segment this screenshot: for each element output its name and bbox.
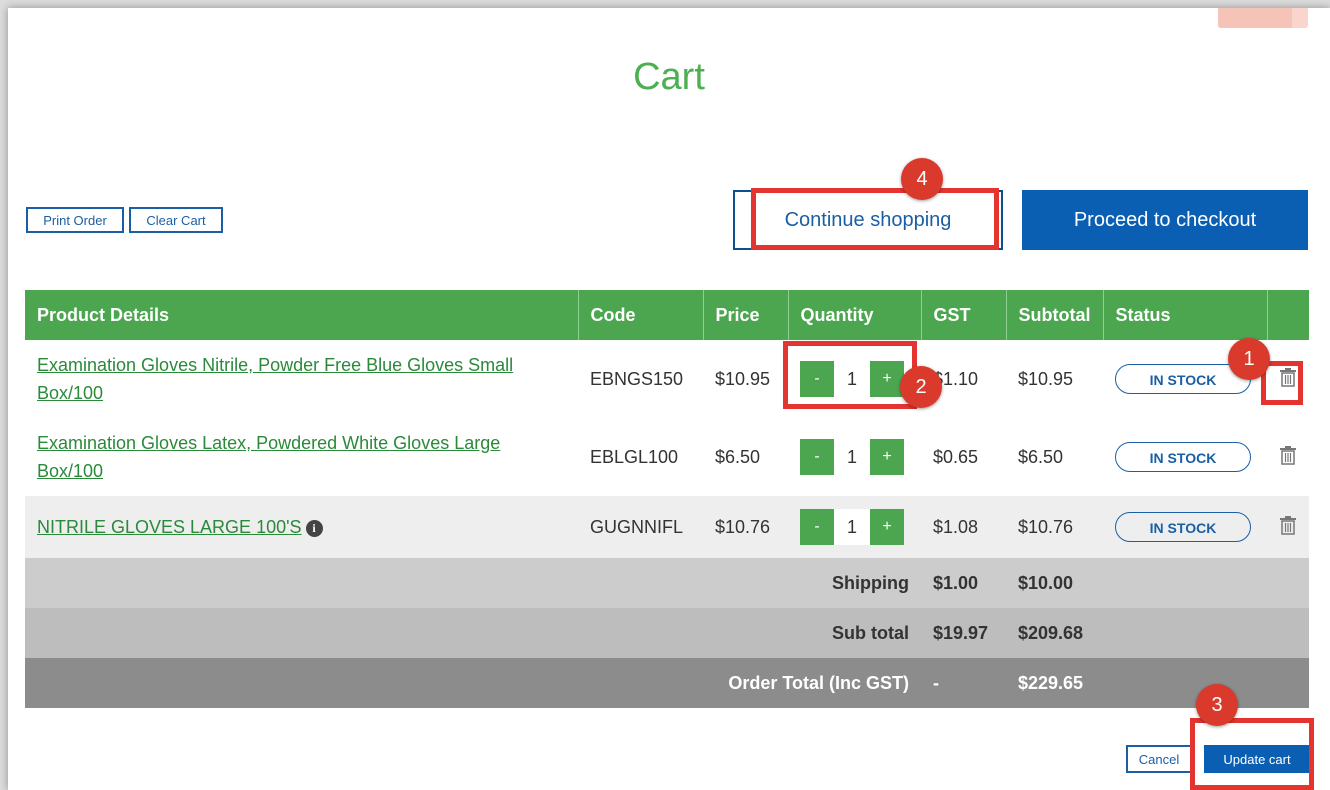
- clear-cart-button[interactable]: Clear Cart: [129, 207, 223, 233]
- header-gst: GST: [921, 290, 1007, 340]
- callout-badge-4: 4: [901, 158, 943, 200]
- product-subtotal: $10.76: [1006, 496, 1103, 558]
- summary-subtotal: $10.00: [1006, 558, 1103, 608]
- header-quantity: Quantity: [788, 290, 922, 340]
- product-link[interactable]: NITRILE GLOVES LARGE 100'S: [37, 517, 302, 537]
- product-price: $10.95: [715, 368, 771, 389]
- qty-input[interactable]: [834, 509, 870, 545]
- header-subtotal: Subtotal: [1006, 290, 1104, 340]
- page-title: Cart: [633, 56, 705, 98]
- product-subtotal: $10.95: [1018, 368, 1074, 389]
- product-gst: $1.08: [921, 496, 1006, 558]
- summary-subtotal: $229.65: [1006, 658, 1103, 708]
- product-gst: $0.65: [933, 446, 979, 467]
- qty-decrease-button[interactable]: -: [800, 509, 834, 545]
- product-link[interactable]: Examination Gloves Latex, Powdered White…: [37, 433, 500, 481]
- product-code: EBLGL100: [590, 446, 679, 467]
- print-order-button[interactable]: Print Order: [26, 207, 124, 233]
- product-price: $10.76: [703, 496, 788, 558]
- qty-input[interactable]: [834, 439, 870, 475]
- top-tab[interactable]: [1218, 8, 1308, 28]
- table-row: Examination Gloves Latex, Powdered White…: [25, 418, 1309, 496]
- product-code: GUGNNIFL: [578, 496, 703, 558]
- qty-decrease-button[interactable]: -: [800, 439, 834, 475]
- cart-page: Cart Print Order Clear Cart Continue sho…: [8, 8, 1330, 790]
- header-code: Code: [578, 290, 704, 340]
- summary-row-order-total: Order Total (Inc GST) - $229.65: [25, 658, 1309, 708]
- trash-icon[interactable]: [1279, 515, 1297, 535]
- callout-badge-2: 2: [900, 366, 942, 408]
- qty-increase-button[interactable]: +: [870, 439, 904, 475]
- summary-label: Shipping: [25, 558, 921, 608]
- info-icon[interactable]: i: [305, 520, 323, 537]
- header-product-details: Product Details: [25, 290, 579, 340]
- product-link[interactable]: Examination Gloves Nitrile, Powder Free …: [37, 355, 513, 403]
- summary-row-shipping: Shipping $1.00 $10.00: [25, 558, 1309, 608]
- table-header: Product Details Code Price Quantity GST …: [25, 290, 1309, 340]
- table-row: Examination Gloves Nitrile, Powder Free …: [25, 340, 1309, 418]
- summary-label: Sub total: [25, 608, 921, 658]
- callout-badge-1: 1: [1228, 338, 1270, 380]
- header-price: Price: [703, 290, 789, 340]
- status-badge: IN STOCK: [1115, 442, 1251, 472]
- summary-gst: $1.00: [921, 558, 1006, 608]
- summary-gst: -: [921, 658, 1006, 708]
- status-badge: IN STOCK: [1115, 512, 1251, 542]
- summary-gst: $19.97: [921, 608, 1006, 658]
- callout-box-update: [1190, 718, 1314, 790]
- product-subtotal: $6.50: [1018, 446, 1064, 467]
- table-row: NITRILE GLOVES LARGE 100'S i GUGNNIFL $10…: [25, 496, 1309, 558]
- chevron-down-icon[interactable]: [1292, 8, 1308, 28]
- quantity-stepper: - +: [800, 509, 904, 545]
- cancel-button[interactable]: Cancel: [1126, 745, 1192, 773]
- product-price: $6.50: [715, 446, 761, 467]
- qty-increase-button[interactable]: +: [870, 509, 904, 545]
- header-actions: [1267, 290, 1309, 340]
- proceed-to-checkout-button[interactable]: Proceed to checkout: [1022, 190, 1308, 250]
- callout-badge-3: 3: [1196, 684, 1238, 726]
- quantity-stepper: - +: [800, 439, 904, 475]
- header-status: Status: [1103, 290, 1268, 340]
- summary-subtotal: $209.68: [1006, 608, 1103, 658]
- product-code: EBNGS150: [590, 368, 684, 389]
- trash-icon[interactable]: [1279, 445, 1297, 465]
- summary-label: Order Total (Inc GST): [25, 658, 921, 708]
- callout-box-continue: [751, 188, 999, 250]
- summary-row-subtotal: Sub total $19.97 $209.68: [25, 608, 1309, 658]
- callout-box-quantity: [783, 341, 917, 409]
- cart-table: Product Details Code Price Quantity GST …: [25, 290, 1309, 708]
